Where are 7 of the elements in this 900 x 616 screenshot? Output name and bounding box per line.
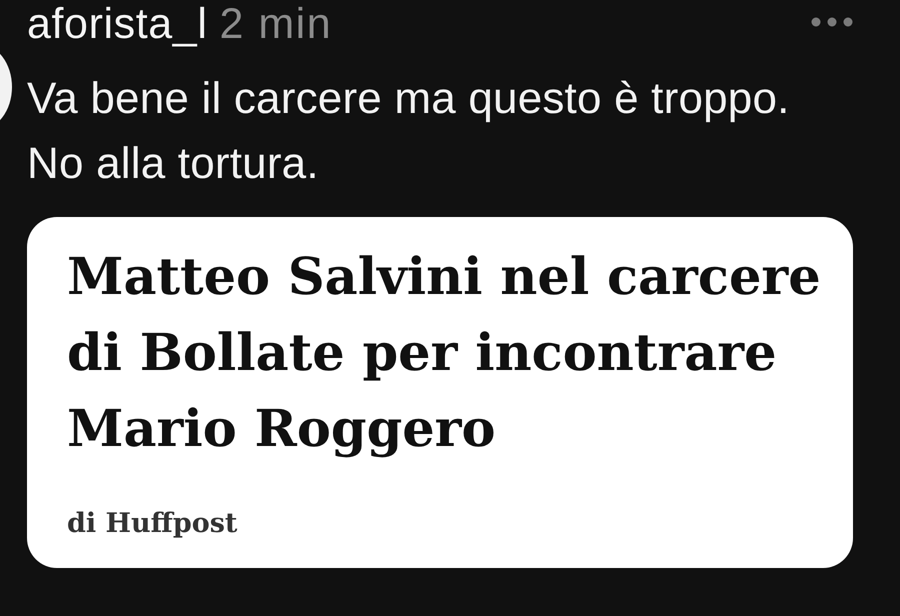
article-headline: Matteo Salvini nel carcere di Bollate per incontrare Mario Roggero	[67, 246, 822, 461]
comment-text: Va bene il carcere ma questo è troppo. No alla tortura.	[27, 73, 791, 190]
article-source: di Huffpost	[67, 507, 238, 541]
timestamp: 2 min	[219, 0, 332, 48]
username[interactable]: aforista_l	[27, 0, 208, 48]
link-preview-card[interactable]: Matteo Salvini nel carcere di Bollate per incontrare Mario Roggero di Huffpost	[27, 217, 853, 568]
more-options-icon[interactable]	[811, 17, 853, 27]
